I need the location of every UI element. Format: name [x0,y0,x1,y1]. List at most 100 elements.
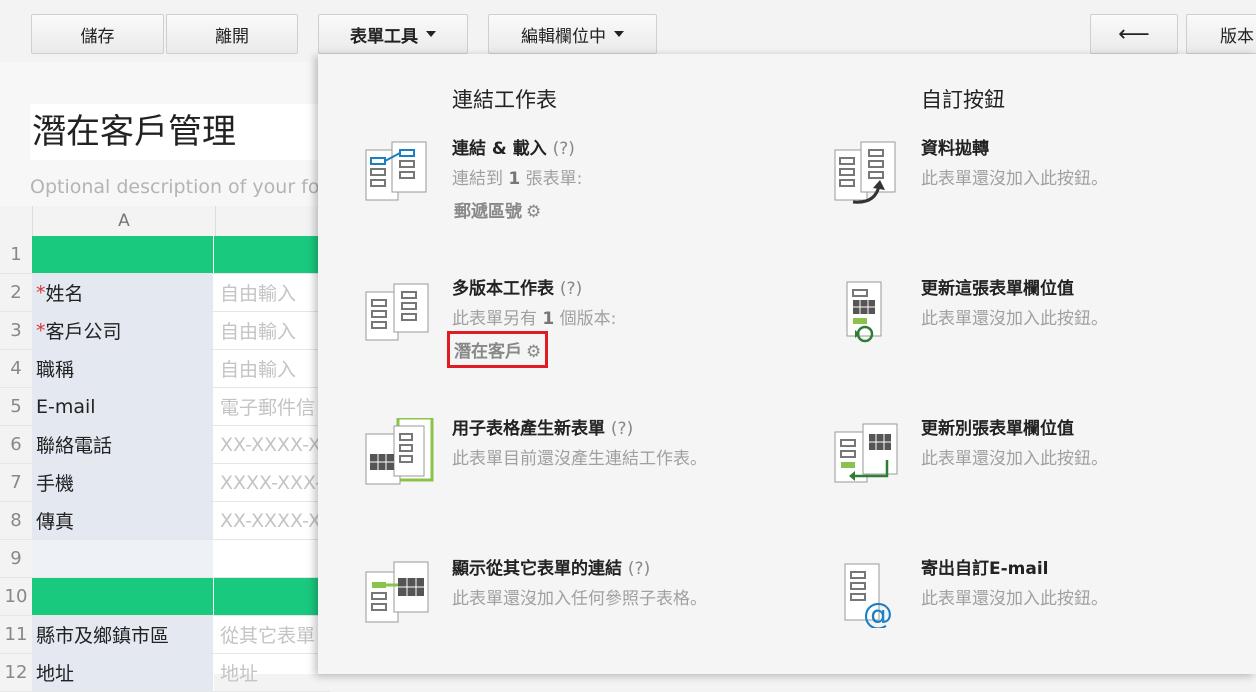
field-label-cell[interactable] [32,578,214,615]
link-load-icon [365,141,427,201]
show-links-icon [365,561,429,623]
field-label-cell[interactable]: 地址 [32,654,214,691]
send-email-icon: @ [844,563,893,628]
form-title[interactable]: 潛在客戶管理 [30,104,330,160]
row-number[interactable]: 8 [0,502,32,539]
field-value-cell[interactable]: 自由輸入 [214,312,330,349]
multi-version-desc-pre: 此表單另有 [452,309,537,329]
field-label-cell[interactable]: * 客戶公司 [32,312,214,349]
field-value-cell[interactable] [214,578,330,615]
table-row: 2 * 姓名 自由輸入 [0,274,330,312]
version-label: 版本 [1220,26,1254,47]
multi-version-icon [365,283,429,341]
field-value-cell[interactable]: 電子郵件信 [214,388,330,425]
field-label: 聯絡電話 [36,435,113,457]
row-number[interactable]: 4 [0,350,32,387]
update-other-form-icon [834,423,898,483]
field-value-cell[interactable]: 地址 [214,654,330,691]
row-number[interactable]: 10 [0,578,32,615]
gear-icon[interactable]: ⚙ [526,202,541,222]
field-value-cell[interactable]: 自由輸入 [214,274,330,311]
field-label: 姓名 [45,283,84,305]
field-label: 傳真 [36,511,75,533]
field-label-cell[interactable]: 聯絡電話 [32,426,214,463]
send-email-desc: 此表單還沒加入此按鈕。 [921,589,1108,609]
data-transfer-icon [834,141,896,204]
caret-down-icon [426,31,436,37]
potential-customer-version-link[interactable]: 潛在客戶 ⚙ [446,331,549,368]
data-transfer-desc: 此表單還沒加入此按鈕。 [921,169,1108,189]
table-row: 9 [0,540,330,578]
save-button[interactable]: 儲存 [31,14,164,54]
row-number[interactable]: 6 [0,426,32,463]
field-value-cell[interactable]: XX-XXXX-XX [214,502,330,539]
row-number[interactable]: 7 [0,464,32,501]
show-links-desc: 此表單還沒加入任何參照子表格。 [452,589,707,609]
table-row: 7 手機 XXXX-XXX-X [0,464,330,502]
version-button[interactable]: 版本 [1186,14,1256,54]
leave-label: 離開 [215,26,249,47]
field-label-cell[interactable]: 手機 [32,464,214,501]
field-label-cell[interactable]: 縣市及鄉鎮市區 [32,616,214,653]
help-link[interactable]: (?) [628,559,650,579]
required-mark: * [36,319,46,342]
potential-customer-label: 潛在客戶 [454,342,522,362]
row-number[interactable]: 11 [0,616,32,653]
link-load-desc-pre: 連結到 [452,169,503,189]
update-other-form-desc: 此表單還沒加入此按鈕。 [921,449,1108,469]
back-arrow-button[interactable]: ⟵ [1090,14,1178,54]
editing-label: 編輯欄位中 [521,26,606,47]
field-label: 地址 [36,663,75,685]
custom-buttons-heading: 自訂按鈕 [921,88,1005,112]
gear-icon[interactable]: ⚙ [526,342,541,362]
update-other-form-title: 更新別張表單欄位值 [921,419,1074,439]
field-value-cell[interactable]: XX-XXXX-XX [214,426,330,463]
table-row: 12 地址 地址 [0,654,330,692]
form-tools-button[interactable]: 表單工具 [318,14,468,54]
editing-fields-button[interactable]: 編輯欄位中 [488,14,657,54]
zip-code-link[interactable]: 郵遞區號 ⚙ [452,196,543,223]
field-value-cell[interactable] [214,236,330,273]
field-value-cell[interactable]: XXXX-XXX-X [214,464,330,501]
table-row: 11 縣市及鄉鎮市區 從其它表單 [0,616,330,654]
form-description[interactable]: Optional description of your fo [30,176,319,198]
field-value-cell[interactable]: 自由輸入 [214,350,330,387]
subtable-new-form-desc: 此表單目前還沒產生連結工作表。 [452,449,707,469]
table-row: 8 傳真 XX-XXXX-XX [0,502,330,540]
field-label-cell[interactable]: 傳真 [32,502,214,539]
required-mark: * [36,281,46,304]
send-email-title: 寄出自訂E-mail [921,559,1049,579]
help-link[interactable]: (?) [560,279,582,299]
update-this-form-title: 更新這張表單欄位值 [921,279,1074,299]
row-number[interactable]: 12 [0,654,32,691]
toolbar: 儲存 離開 表單工具 編輯欄位中 ⟵ 版本 [0,0,1256,62]
row-number[interactable]: 3 [0,312,32,349]
table-row: 3 * 客戶公司 自由輸入 [0,312,330,350]
field-label-cell[interactable]: 職稱 [32,350,214,387]
row-number[interactable]: 5 [0,388,32,425]
field-value-cell[interactable]: 從其它表單 [214,616,330,653]
column-a-header[interactable]: A [32,206,216,236]
table-row: 4 職稱 自由輸入 [0,350,330,388]
multi-version-title: 多版本工作表 [452,279,554,299]
table-row: 10 [0,578,330,616]
field-label-cell[interactable]: * 姓名 [32,274,214,311]
field-label: 縣市及鄉鎮市區 [36,625,170,647]
field-label: 客戶公司 [45,321,122,343]
subtable-new-form-icon [365,418,434,485]
field-label-cell[interactable]: E-mail [32,388,214,425]
row-number[interactable]: 9 [0,540,32,577]
save-label: 儲存 [80,26,115,47]
row-number[interactable]: 2 [0,274,32,311]
help-link[interactable]: (?) [611,419,633,439]
row-number[interactable]: 1 [0,236,32,273]
field-label: 手機 [36,473,75,495]
leave-button[interactable]: 離開 [166,14,298,54]
field-label-cell[interactable] [32,236,214,273]
help-link[interactable]: (?) [553,139,575,159]
table-row: 1 [0,236,330,274]
subtable-new-form-title: 用子表格產生新表單 [452,419,605,439]
field-label-cell[interactable] [32,540,214,577]
table-row: 5 E-mail 電子郵件信 [0,388,330,426]
field-value-cell[interactable] [214,540,330,577]
